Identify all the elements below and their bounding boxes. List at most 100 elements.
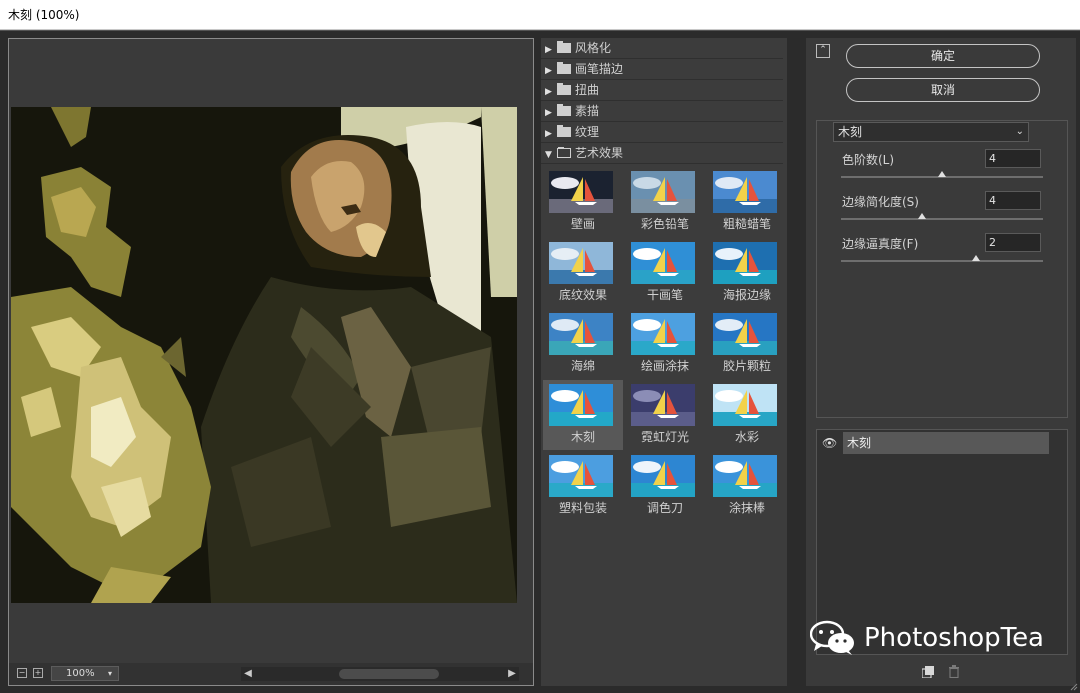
filter-thumbnail[interactable]: 底纹效果 (543, 238, 623, 308)
slider-knob[interactable] (938, 171, 946, 177)
param-value-input[interactable]: 2 (985, 233, 1041, 252)
filter-category-label: 风格化 (575, 41, 612, 55)
scrollbar-thumb[interactable] (339, 669, 439, 679)
filter-thumbnail[interactable]: 海绵 (543, 309, 623, 379)
eye-icon[interactable]: 👁 (822, 436, 837, 450)
filter-thumbnail[interactable]: 霓虹灯光 (625, 380, 705, 450)
filter-select[interactable]: 木刻 ⌄ (833, 122, 1029, 142)
param-slider[interactable] (841, 213, 1043, 220)
folder-icon (557, 104, 571, 116)
triangle-right-icon[interactable]: ▶ (545, 61, 557, 82)
filter-category-label: 艺术效果 (575, 146, 624, 160)
sailboat-thumbnail-image (713, 242, 777, 284)
filter-settings: 木刻 ⌄ 色阶数(L) 4 边缘简化度(S) 4 边缘逼真度(F) 2 (816, 120, 1068, 418)
zoom-out-button[interactable]: − (17, 668, 27, 678)
filter-thumbnail-label: 干画笔 (646, 288, 683, 302)
scroll-left-icon[interactable]: ◀ (241, 667, 255, 681)
filter-category-label: 扭曲 (575, 83, 600, 97)
filter-select-value: 木刻 (838, 125, 863, 139)
filter-category-label: 画笔描边 (575, 62, 624, 76)
filter-thumbnail-label: 海绵 (570, 359, 595, 373)
sailboat-thumbnail-image (549, 455, 613, 497)
filter-thumbnail[interactable]: 海报边缘 (707, 238, 787, 308)
woodcut-photo (11, 107, 517, 603)
sailboat-thumbnail-image (713, 384, 777, 426)
filter-category[interactable]: ▶ 风格化 (541, 38, 783, 59)
param-slider[interactable] (841, 171, 1043, 178)
triangle-right-icon[interactable]: ▶ (545, 40, 557, 61)
triangle-right-icon[interactable]: ▶ (545, 124, 557, 145)
filter-thumbnail-label: 粗糙蜡笔 (722, 217, 771, 231)
filter-thumbnail[interactable]: 胶片颗粒 (707, 309, 787, 379)
effect-layer-name[interactable]: 木刻 (843, 432, 1049, 454)
collapse-gallery-button[interactable]: ⌃ (816, 44, 830, 58)
new-effect-layer-icon[interactable] (922, 666, 934, 678)
slider-knob[interactable] (972, 255, 981, 261)
filter-category[interactable]: ▼ 艺术效果 (541, 143, 783, 164)
sailboat-thumbnail-image (631, 313, 695, 355)
scroll-right-icon[interactable]: ▶ (505, 667, 519, 681)
ok-button[interactable]: 确定 (846, 44, 1040, 68)
chevron-down-icon: ⌄ (1015, 126, 1024, 137)
trash-icon[interactable] (948, 665, 960, 678)
filter-category[interactable]: ▶ 扭曲 (541, 80, 783, 101)
filter-category[interactable]: ▶ 纹理 (541, 122, 783, 143)
watermark-text: PhotoshopTea (864, 623, 1044, 653)
wechat-logo-icon (810, 620, 854, 655)
filter-thumbnail-label: 塑料包装 (558, 501, 607, 515)
plus-square-icon: + (34, 668, 42, 677)
filter-thumbnail[interactable]: 塑料包装 (543, 451, 623, 521)
sailboat-thumbnail-image (549, 313, 613, 355)
zoom-select[interactable]: 100% ▾ (51, 666, 119, 681)
filter-thumbnail[interactable]: 调色刀 (625, 451, 705, 521)
triangle-down-icon[interactable]: ▼ (545, 145, 557, 166)
horizontal-scrollbar[interactable]: ◀ ▶ (241, 667, 519, 681)
filter-thumbnail-label: 木刻 (570, 430, 595, 444)
slider-knob[interactable] (917, 213, 926, 219)
filter-thumbnail[interactable]: 干画笔 (625, 238, 705, 308)
filter-category[interactable]: ▶ 素描 (541, 101, 783, 122)
window-title: 木刻 (100%) (8, 8, 80, 22)
filter-thumbnail-label: 霓虹灯光 (640, 430, 689, 444)
watermark: PhotoshopTea (810, 618, 1044, 658)
sailboat-thumbnail-image (713, 171, 777, 213)
gallery-scrollbar[interactable] (787, 38, 803, 686)
effect-layer-row[interactable]: 👁 木刻 (817, 432, 1049, 454)
filter-thumbnail-label: 涂抹棒 (728, 501, 765, 515)
sailboat-thumbnail-image (713, 455, 777, 497)
filter-thumbnail-label: 调色刀 (646, 501, 683, 515)
resize-grip-icon[interactable] (1070, 683, 1078, 691)
sailboat-thumbnail-image (549, 171, 613, 213)
param-value-input[interactable]: 4 (985, 191, 1041, 210)
filter-thumbnail[interactable]: 涂抹棒 (707, 451, 787, 521)
filter-thumbnail[interactable]: 绘画涂抹 (625, 309, 705, 379)
filter-thumbnail-label: 壁画 (570, 217, 595, 231)
preview-image[interactable] (11, 107, 517, 603)
filter-thumbnail[interactable]: 木刻 (543, 380, 623, 450)
window-titlebar: 木刻 (100%) (0, 0, 1080, 30)
sailboat-thumbnail-image (549, 242, 613, 284)
param-value-input[interactable]: 4 (985, 149, 1041, 168)
param-label: 色阶数(L) (842, 153, 895, 167)
filter-thumbnail[interactable]: 彩色铅笔 (625, 167, 705, 237)
filter-thumbnail[interactable]: 水彩 (707, 380, 787, 450)
filter-thumbnail[interactable]: 壁画 (543, 167, 623, 237)
filter-thumbnail-label: 绘画涂抹 (640, 359, 689, 373)
sailboat-thumbnail-image (549, 384, 613, 426)
filter-thumbnail-label: 水彩 (734, 430, 759, 444)
filter-gallery: ▶ 风格化 ▶ 画笔描边 ▶ 扭曲 ▶ 素描 ▶ 纹理 ▼ 艺术效果 壁画 彩色铅笔 粗糙蜡笔底纹效果 干画… (541, 38, 803, 686)
filter-thumbnail[interactable]: 粗糙蜡笔 (707, 167, 787, 237)
filter-thumbnail-label: 海报边缘 (722, 288, 771, 302)
zoom-value: 100% (66, 668, 95, 679)
filter-thumbnail-label: 胶片颗粒 (722, 359, 771, 373)
cancel-button[interactable]: 取消 (846, 78, 1040, 102)
filter-category[interactable]: ▶ 画笔描边 (541, 59, 783, 80)
zoom-in-button[interactable]: + (33, 668, 43, 678)
param-slider[interactable] (841, 255, 1043, 262)
param-label: 边缘逼真度(F) (842, 237, 919, 251)
triangle-right-icon[interactable]: ▶ (545, 103, 557, 124)
preview-pane[interactable]: − + 100% ▾ ◀ ▶ (8, 38, 534, 686)
triangle-right-icon[interactable]: ▶ (545, 82, 557, 103)
folder-open-icon (557, 147, 571, 158)
folder-icon (557, 83, 571, 95)
